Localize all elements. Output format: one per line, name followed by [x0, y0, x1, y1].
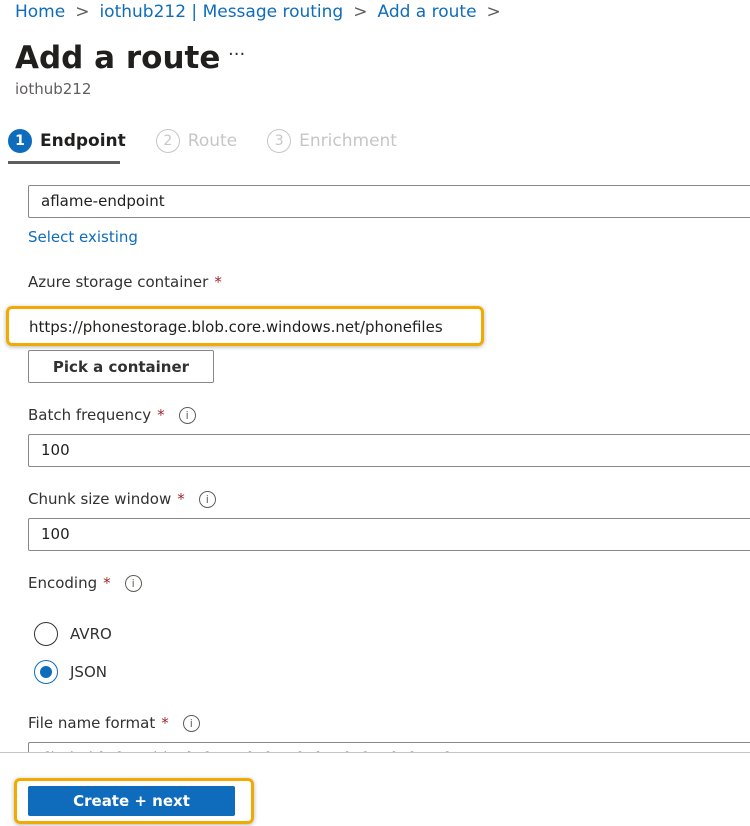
breadcrumb: Home > iothub212 | Message routing > Add a… [15, 2, 501, 22]
page-title: Add a route [15, 40, 221, 76]
file-name-format-label: File name format * i [28, 714, 200, 732]
label-text: Azure storage container [28, 273, 209, 291]
required-marker: * [214, 273, 222, 291]
chunk-size-input[interactable]: 100 [28, 518, 750, 551]
container-url-field[interactable]: https://phonestorage.blob.core.windows.n… [6, 306, 484, 346]
label-text: Chunk size window [28, 490, 172, 508]
container-label: Azure storage container * [28, 273, 222, 291]
step-label: Route [187, 131, 238, 151]
label-text: Encoding [28, 574, 98, 592]
radio-circle-selected[interactable] [34, 660, 58, 684]
required-marker: * [161, 714, 169, 732]
create-next-button[interactable]: Create + next [28, 786, 235, 816]
select-existing-link[interactable]: Select existing [28, 228, 138, 246]
radio-json[interactable]: JSON [34, 660, 107, 684]
wizard-steps: 1 Endpoint 2 Route 3 Enrichment [8, 128, 397, 154]
active-tab-indicator [8, 161, 120, 164]
batch-frequency-input[interactable]: 100 [28, 434, 750, 467]
label-text: File name format [28, 714, 156, 732]
step-number: 1 [8, 129, 32, 153]
chevron-right-icon: > [486, 2, 501, 22]
info-icon[interactable]: i [198, 490, 216, 508]
radio-circle[interactable] [34, 622, 58, 646]
pick-container-button[interactable]: Pick a container [28, 350, 214, 383]
breadcrumb-add-route[interactable]: Add a route [377, 2, 476, 22]
step-number: 3 [267, 129, 292, 153]
radio-label: AVRO [70, 625, 112, 643]
chunk-size-label: Chunk size window * i [28, 490, 216, 508]
required-marker: * [103, 574, 111, 592]
chevron-right-icon: > [75, 2, 90, 22]
info-icon[interactable]: i [124, 574, 142, 592]
radio-avro[interactable]: AVRO [34, 622, 112, 646]
tab-route[interactable]: 2 Route [155, 128, 238, 154]
chevron-right-icon: > [353, 2, 368, 22]
radio-label: JSON [70, 663, 107, 681]
footer-divider [0, 752, 750, 753]
info-icon[interactable]: i [178, 406, 196, 424]
step-label: Enrichment [299, 131, 397, 151]
required-marker: * [157, 406, 165, 424]
more-options-icon[interactable]: ··· [228, 44, 245, 65]
step-number: 2 [155, 129, 180, 153]
breadcrumb-home[interactable]: Home [15, 2, 65, 22]
tab-enrichment[interactable]: 3 Enrichment [267, 128, 397, 154]
info-icon[interactable]: i [182, 714, 200, 732]
encoding-label: Encoding * i [28, 574, 142, 592]
file-name-format-input[interactable]: {iothub}/{partition}/{YYYY}/{MM}/{DD}/{H… [28, 742, 750, 752]
batch-frequency-label: Batch frequency * i [28, 406, 196, 424]
step-label: Endpoint [40, 131, 126, 151]
page-subtitle: iothub212 [15, 80, 92, 98]
file-name-format-clip: {iothub}/{partition}/{YYYY}/{MM}/{DD}/{H… [0, 742, 750, 752]
tab-endpoint[interactable]: 1 Endpoint [8, 128, 126, 154]
required-marker: * [177, 490, 185, 508]
endpoint-name-input[interactable]: aflame-endpoint [28, 185, 750, 218]
label-text: Batch frequency [28, 406, 152, 424]
breadcrumb-message-routing[interactable]: iothub212 | Message routing [99, 2, 343, 22]
